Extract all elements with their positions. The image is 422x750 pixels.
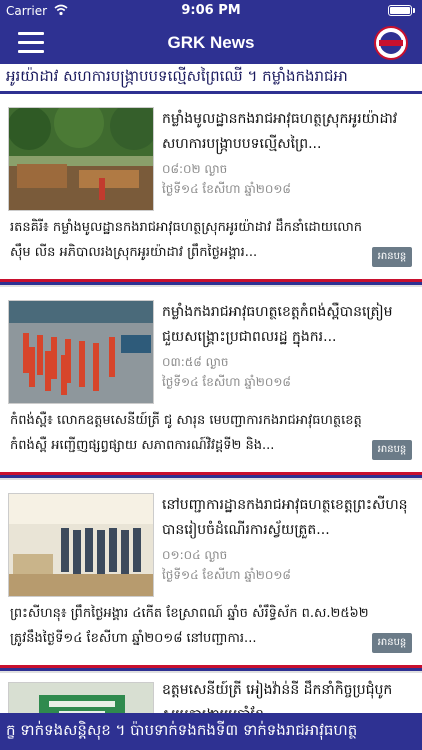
news-card[interactable]: ឧត្តមសេនីយ៍ត្រី អៀងវ៉ាន់នី ដឹកនាំកិច្ចប្… bbox=[0, 676, 422, 713]
ticker-top-text: អូរយ៉ាដាវ សហការបង្រ្កាបបទល្មើសព្រៃឈើ ។ ក… bbox=[6, 67, 348, 85]
article-summary: ព្រះសីហនុ៖ ព្រឹកថ្ងៃអង្គារ ៤កើត ខែស្រាពណ… bbox=[10, 606, 369, 646]
article-time: ០១:០៤ ល្ងាច bbox=[162, 548, 228, 562]
battery-icon bbox=[388, 5, 412, 16]
battery-tip bbox=[413, 8, 415, 13]
status-time: 9:06 PM bbox=[181, 3, 241, 18]
news-card[interactable]: កម្លាំងកងរាជអាវុធហត្ថខេត្តកំពង់ស្ពឺបានត្… bbox=[0, 290, 422, 483]
article-headline[interactable]: កម្លាំងមូលដ្ឋានកងរាជអាវុធហត្ថស្រុកអូរយ៉ា… bbox=[162, 107, 414, 159]
article-thumbnail[interactable] bbox=[8, 682, 154, 713]
divider bbox=[0, 665, 422, 673]
read-more-button[interactable]: អានបន្ត bbox=[372, 247, 412, 267]
read-more-button[interactable]: អានបន្ត bbox=[372, 440, 412, 460]
article-summary: រតនគិរី៖ កម្លាំងមូលដ្ឋានកងរាជអាវុធហត្ថស្… bbox=[10, 220, 363, 260]
article-thumbnail[interactable] bbox=[8, 300, 154, 404]
article-thumbnail[interactable] bbox=[8, 107, 154, 211]
gendarmerie-logo-icon[interactable] bbox=[374, 26, 408, 60]
article-thumbnail[interactable] bbox=[8, 493, 154, 597]
article-date: ថ្ងៃទី១៤ ខែសីហា ឆ្នាំ២០១៨ bbox=[162, 182, 291, 196]
news-ticker-top[interactable]: អូរយ៉ាដាវ សហការបង្រ្កាបបទល្មើសព្រៃឈើ ។ ក… bbox=[0, 64, 422, 94]
article-date: ថ្ងៃទី១៤ ខែសីហា ឆ្នាំ២០១៨ bbox=[162, 568, 291, 582]
divider bbox=[0, 279, 422, 287]
divider bbox=[0, 472, 422, 480]
news-card[interactable]: កម្លាំងមូលដ្ឋានកងរាជអាវុធហត្ថស្រុកអូរយ៉ា… bbox=[0, 97, 422, 290]
status-bar: Carrier 9:06 PM bbox=[0, 0, 422, 22]
ticker-bottom-text: ក្ខ ទាក់ទងសន្តិសុខ ។ ប៉ាបទាក់ទងកងទី៣ ទាក… bbox=[6, 721, 358, 739]
read-more-button[interactable]: អានបន្ត bbox=[372, 633, 412, 653]
article-summary: កំពង់ស្ពឺ៖ លោកឧត្តមសេនីយ៍ត្រី ជូ សារុន ម… bbox=[10, 413, 362, 453]
nav-bar: GRK News bbox=[0, 22, 422, 64]
article-time: ០៣:៥៨ ល្ងាច bbox=[162, 355, 229, 369]
article-date: ថ្ងៃទី១៤ ខែសីហា ឆ្នាំ២០១៨ bbox=[162, 375, 291, 389]
news-feed[interactable]: កម្លាំងមូលដ្ឋានកងរាជអាវុធហត្ថស្រុកអូរយ៉ា… bbox=[0, 97, 422, 713]
app-title: GRK News bbox=[167, 33, 255, 52]
article-headline[interactable]: នៅបញ្ជាការដ្ឋានកងរាជអាវុធហត្ថខេត្តព្រះសី… bbox=[162, 493, 414, 545]
news-ticker-bottom[interactable]: ក្ខ ទាក់ទងសន្តិសុខ ។ ប៉ាបទាក់ទងកងទី៣ ទាក… bbox=[0, 713, 422, 750]
article-headline[interactable]: កម្លាំងកងរាជអាវុធហត្ថខេត្តកំពង់ស្ពឺបានត្… bbox=[162, 300, 414, 352]
news-card[interactable]: នៅបញ្ជាការដ្ឋានកងរាជអាវុធហត្ថខេត្តព្រះសី… bbox=[0, 483, 422, 676]
article-time: ០៨:០២ ល្ងាច bbox=[162, 162, 228, 176]
article-headline[interactable]: ឧត្តមសេនីយ៍ត្រី អៀងវ៉ាន់នី ដឹកនាំកិច្ចប្… bbox=[162, 678, 414, 713]
